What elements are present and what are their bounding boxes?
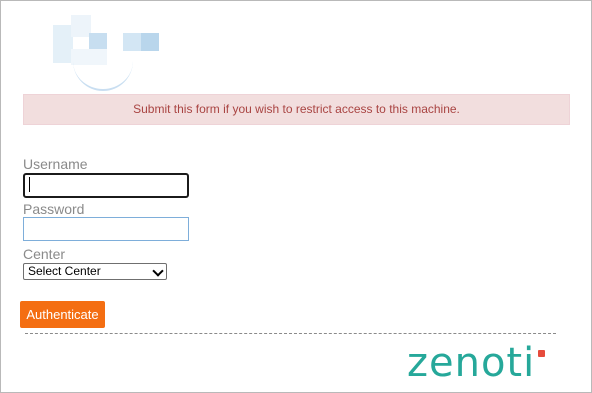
chevron-down-icon xyxy=(152,265,164,277)
footer-divider xyxy=(25,333,556,334)
page-frame: Submit this form if you wish to restrict… xyxy=(0,0,592,393)
username-label: Username xyxy=(23,156,88,172)
password-label: Password xyxy=(23,201,85,217)
center-select-value: Select Center xyxy=(28,264,101,278)
client-logo-blurred xyxy=(53,15,163,91)
password-input[interactable] xyxy=(23,217,189,241)
center-label: Center xyxy=(23,246,66,262)
zenoti-logo: zenoti xyxy=(407,337,545,389)
brand-wordmark: zenoti xyxy=(407,340,536,386)
center-select[interactable]: Select Center xyxy=(23,263,167,280)
text-cursor xyxy=(29,177,30,192)
username-input[interactable] xyxy=(23,173,189,198)
alert-message: Submit this form if you wish to restrict… xyxy=(133,102,460,116)
brand-dot-icon xyxy=(538,350,545,357)
authenticate-button[interactable]: Authenticate xyxy=(20,301,105,328)
restriction-alert: Submit this form if you wish to restrict… xyxy=(23,94,570,125)
